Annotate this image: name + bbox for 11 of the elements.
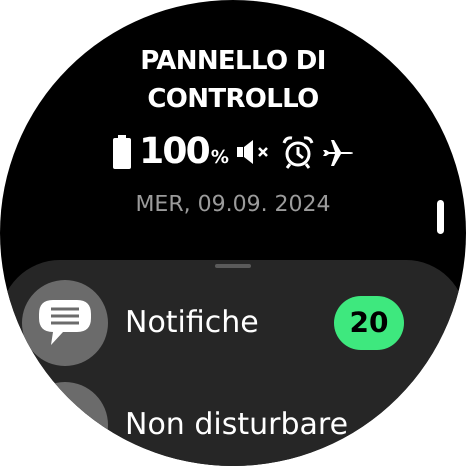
battery-icon <box>113 135 132 169</box>
airplane-icon <box>322 137 353 167</box>
panel-title: PANNELLO DI CONTROLLO <box>139 45 327 116</box>
alarm-clock-icon <box>280 135 315 169</box>
scroll-bar <box>437 200 444 234</box>
message-icon <box>39 300 91 346</box>
battery-percent: 100% <box>139 132 229 172</box>
tile-label[interactable]: Notifiche <box>125 304 321 342</box>
date-text: MER, 09.09. 2024 <box>135 191 331 219</box>
tile-label[interactable]: Non disturbare <box>125 406 348 444</box>
sheet-handle[interactable] <box>215 264 251 268</box>
